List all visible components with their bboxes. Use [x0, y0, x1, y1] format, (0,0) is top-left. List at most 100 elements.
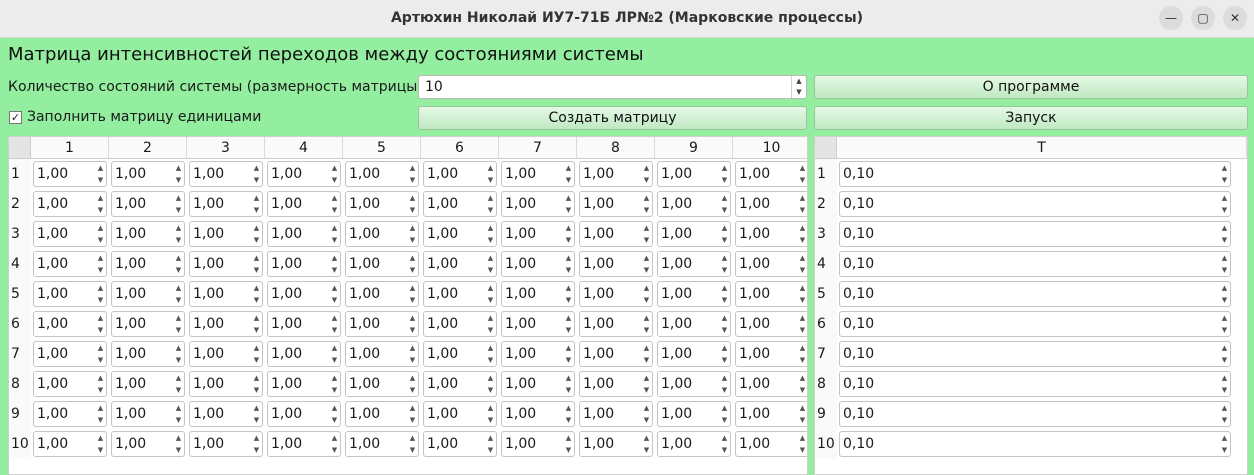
matrix-cell-spinbox[interactable]: 1,00 ▲ ▼ [33, 341, 107, 367]
spin-arrows-icon[interactable]: ▲ ▼ [797, 312, 807, 336]
spin-arrows-icon[interactable]: ▲ ▼ [407, 252, 418, 276]
spin-arrows-icon[interactable]: ▲ ▼ [173, 192, 184, 216]
matrix-cell-spinbox[interactable]: 1,00 ▲ ▼ [189, 281, 263, 307]
run-button[interactable]: Запуск [814, 106, 1248, 130]
spin-arrows-icon[interactable]: ▲ ▼ [329, 192, 340, 216]
matrix-cell-spinbox[interactable]: 1,00 ▲ ▼ [657, 401, 731, 427]
matrix-cell-spinbox[interactable]: 1,00 ▲ ▼ [579, 431, 653, 457]
matrix-cell-spinbox[interactable]: 1,00 ▲ ▼ [267, 401, 341, 427]
spin-arrows-icon[interactable]: ▲ ▼ [95, 312, 106, 336]
matrix-cell-spinbox[interactable]: 1,00 ▲ ▼ [111, 341, 185, 367]
matrix-cell-spinbox[interactable]: 1,00 ▲ ▼ [111, 371, 185, 397]
spin-arrows-icon[interactable]: ▲ ▼ [1219, 342, 1230, 366]
spin-arrows-icon[interactable]: ▲ ▼ [719, 192, 730, 216]
spin-arrows-icon[interactable]: ▲ ▼ [95, 162, 106, 186]
spin-arrows-icon[interactable]: ▲ ▼ [1219, 162, 1230, 186]
matrix-cell-spinbox[interactable]: 1,00 ▲ ▼ [579, 281, 653, 307]
matrix-cell-spinbox[interactable]: 1,00 ▲ ▼ [501, 371, 575, 397]
matrix-cell-spinbox[interactable]: 1,00 ▲ ▼ [345, 221, 419, 247]
spin-arrows-icon[interactable]: ▲ ▼ [95, 342, 106, 366]
spin-arrows-icon[interactable]: ▲ ▼ [719, 222, 730, 246]
spin-arrows-icon[interactable]: ▲ ▼ [641, 372, 652, 396]
spin-arrows-icon[interactable]: ▲ ▼ [641, 402, 652, 426]
spin-arrows-icon[interactable]: ▲ ▼ [719, 372, 730, 396]
spin-arrows-icon[interactable]: ▲ ▼ [407, 402, 418, 426]
spin-arrows-icon[interactable]: ▲ ▼ [797, 372, 807, 396]
spin-arrows-icon[interactable]: ▲ ▼ [563, 312, 574, 336]
t-cell-spinbox[interactable]: 0,10 ▲ ▼ [839, 371, 1231, 397]
matrix-cell-spinbox[interactable]: 1,00 ▲ ▼ [423, 281, 497, 307]
spin-arrows-icon[interactable]: ▲ ▼ [1219, 192, 1230, 216]
spin-arrows-icon[interactable]: ▲ ▼ [641, 192, 652, 216]
matrix-cell-spinbox[interactable]: 1,00 ▲ ▼ [657, 161, 731, 187]
spin-arrows-icon[interactable]: ▲ ▼ [641, 342, 652, 366]
maximize-icon[interactable]: ▢ [1191, 6, 1215, 30]
matrix-cell-spinbox[interactable]: 1,00 ▲ ▼ [267, 371, 341, 397]
matrix-cell-spinbox[interactable]: 1,00 ▲ ▼ [189, 251, 263, 277]
matrix-cell-spinbox[interactable]: 1,00 ▲ ▼ [501, 251, 575, 277]
matrix-cell-spinbox[interactable]: 1,00 ▲ ▼ [267, 431, 341, 457]
spin-arrows-icon[interactable]: ▲ ▼ [641, 222, 652, 246]
spin-arrows-icon[interactable]: ▲ ▼ [173, 312, 184, 336]
matrix-cell-spinbox[interactable]: 1,00 ▲ ▼ [33, 401, 107, 427]
spin-arrows-icon[interactable]: ▲ ▼ [797, 252, 807, 276]
spin-arrows-icon[interactable]: ▲ ▼ [329, 162, 340, 186]
spin-arrows-icon[interactable]: ▲ ▼ [251, 432, 262, 456]
matrix-cell-spinbox[interactable]: 1,00 ▲ ▼ [657, 191, 731, 217]
matrix-cell-spinbox[interactable]: 1,00 ▲ ▼ [267, 341, 341, 367]
spin-arrows-icon[interactable]: ▲ ▼ [719, 162, 730, 186]
spin-arrows-icon[interactable]: ▲ ▼ [95, 432, 106, 456]
matrix-cell-spinbox[interactable]: 1,00 ▲ ▼ [501, 311, 575, 337]
spin-arrows-icon[interactable]: ▲ ▼ [563, 162, 574, 186]
matrix-cell-spinbox[interactable]: 1,00 ▲ ▼ [189, 311, 263, 337]
matrix-cell-spinbox[interactable]: 1,00 ▲ ▼ [579, 311, 653, 337]
spin-arrows-icon[interactable]: ▲ ▼ [485, 252, 496, 276]
matrix-cell-spinbox[interactable]: 1,00 ▲ ▼ [267, 221, 341, 247]
spin-arrows-icon[interactable]: ▲ ▼ [1219, 432, 1230, 456]
spin-arrows-icon[interactable]: ▲ ▼ [485, 282, 496, 306]
matrix-cell-spinbox[interactable]: 1,00 ▲ ▼ [501, 161, 575, 187]
matrix-cell-spinbox[interactable]: 1,00 ▲ ▼ [579, 251, 653, 277]
matrix-cell-spinbox[interactable]: 1,00 ▲ ▼ [423, 311, 497, 337]
matrix-cell-spinbox[interactable]: 1,00 ▲ ▼ [579, 161, 653, 187]
spin-arrows-icon[interactable]: ▲ ▼ [407, 312, 418, 336]
matrix-cell-spinbox[interactable]: 1,00 ▲ ▼ [189, 191, 263, 217]
t-cell-spinbox[interactable]: 0,10 ▲ ▼ [839, 161, 1231, 187]
spin-arrows-icon[interactable]: ▲ ▼ [407, 162, 418, 186]
spin-arrows-icon[interactable]: ▲ ▼ [251, 372, 262, 396]
spin-arrows-icon[interactable]: ▲ ▼ [1219, 372, 1230, 396]
spin-arrows-icon[interactable]: ▲ ▼ [173, 252, 184, 276]
matrix-cell-spinbox[interactable]: 1,00 ▲ ▼ [111, 191, 185, 217]
spin-arrows-icon[interactable]: ▲ ▼ [791, 76, 806, 98]
create-matrix-button[interactable]: Создать матрицу [418, 106, 807, 130]
close-icon[interactable]: ✕ [1223, 6, 1247, 30]
matrix-cell-spinbox[interactable]: 1,00 ▲ ▼ [189, 431, 263, 457]
matrix-cell-spinbox[interactable]: 1,00 ▲ ▼ [735, 341, 807, 367]
matrix-cell-spinbox[interactable]: 1,00 ▲ ▼ [111, 221, 185, 247]
matrix-cell-spinbox[interactable]: 1,00 ▲ ▼ [345, 371, 419, 397]
matrix-cell-spinbox[interactable]: 1,00 ▲ ▼ [423, 431, 497, 457]
spin-arrows-icon[interactable]: ▲ ▼ [797, 342, 807, 366]
spin-arrows-icon[interactable]: ▲ ▼ [329, 402, 340, 426]
t-cell-spinbox[interactable]: 0,10 ▲ ▼ [839, 251, 1231, 277]
matrix-cell-spinbox[interactable]: 1,00 ▲ ▼ [189, 341, 263, 367]
matrix-cell-spinbox[interactable]: 1,00 ▲ ▼ [735, 191, 807, 217]
matrix-cell-spinbox[interactable]: 1,00 ▲ ▼ [345, 251, 419, 277]
spin-arrows-icon[interactable]: ▲ ▼ [563, 372, 574, 396]
spin-arrows-icon[interactable]: ▲ ▼ [95, 282, 106, 306]
spin-arrows-icon[interactable]: ▲ ▼ [1219, 312, 1230, 336]
spin-arrows-icon[interactable]: ▲ ▼ [719, 282, 730, 306]
matrix-cell-spinbox[interactable]: 1,00 ▲ ▼ [657, 341, 731, 367]
states-count-spinbox[interactable]: 10 ▲ ▼ [418, 75, 807, 99]
spin-arrows-icon[interactable]: ▲ ▼ [719, 252, 730, 276]
spin-arrows-icon[interactable]: ▲ ▼ [485, 162, 496, 186]
matrix-cell-spinbox[interactable]: 1,00 ▲ ▼ [579, 221, 653, 247]
spin-arrows-icon[interactable]: ▲ ▼ [563, 342, 574, 366]
matrix-cell-spinbox[interactable]: 1,00 ▲ ▼ [33, 281, 107, 307]
matrix-cell-spinbox[interactable]: 1,00 ▲ ▼ [189, 161, 263, 187]
spin-arrows-icon[interactable]: ▲ ▼ [563, 192, 574, 216]
matrix-cell-spinbox[interactable]: 1,00 ▲ ▼ [423, 161, 497, 187]
matrix-cell-spinbox[interactable]: 1,00 ▲ ▼ [501, 341, 575, 367]
matrix-cell-spinbox[interactable]: 1,00 ▲ ▼ [267, 251, 341, 277]
matrix-cell-spinbox[interactable]: 1,00 ▲ ▼ [657, 431, 731, 457]
